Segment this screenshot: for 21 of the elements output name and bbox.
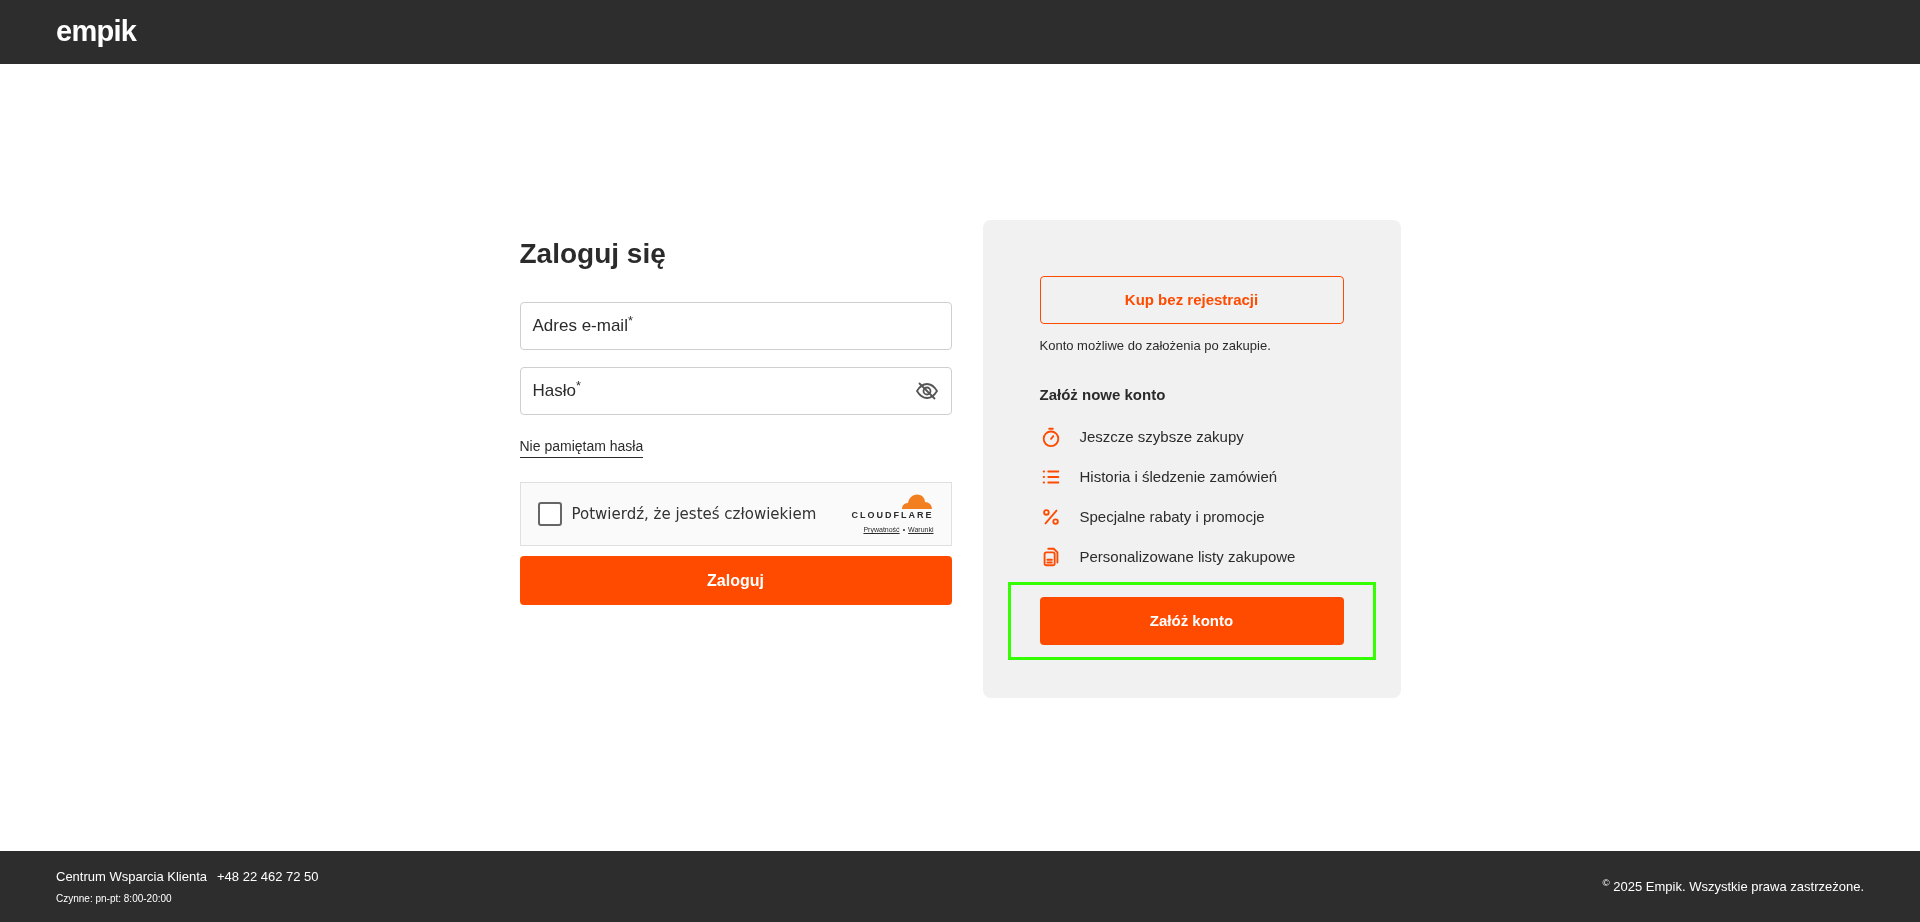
captcha-brand: CLOUDFLARE [851, 508, 934, 522]
field-label: Adres e-mail$^{*}$ [532, 313, 633, 338]
checkbox[interactable] [537, 502, 562, 526]
copyright-text: $^{©}$ 2025 Empik. Wszystkie prawa zastrzeżone. [1602, 876, 1864, 896]
input-field[interactable]: Hasło$^{*}$ [519, 367, 952, 415]
field-label: Hasło$^{*}$ [532, 378, 581, 403]
phone-link[interactable]: +48 22 462 72 50 [217, 867, 319, 887]
hidden-eye-icon[interactable] [914, 381, 939, 401]
captcha-label: Potwierdź, że jesteś człowiekiem [571, 503, 817, 525]
input-field[interactable]: Adres e-mail$^{*}$ [519, 302, 952, 350]
benefit-text: Jeszcze szybsze zakupy [1079, 426, 1244, 447]
opening-hours: Czynne: pn-pt: 8:00-20:00 [56, 891, 173, 906]
support-label: Centrum Wsparcia Klienta [56, 868, 207, 887]
benefit-text: Historia i śledzenie zamówień [1079, 466, 1278, 487]
section-heading: Załóż nowe konto [1039, 384, 1167, 405]
logo[interactable]: empik [56, 10, 137, 54]
benefit-text: Personalizowane listy zakupowe [1079, 546, 1296, 567]
page-title: Zaloguj się [519, 240, 667, 268]
forgot-password-link[interactable]: Nie pamiętam hasła [519, 436, 644, 458]
guest-note: Konto możliwe do założenia po zakupie. [1039, 337, 1272, 355]
benefit-text: Specjalne rabaty i promocje [1079, 506, 1265, 527]
